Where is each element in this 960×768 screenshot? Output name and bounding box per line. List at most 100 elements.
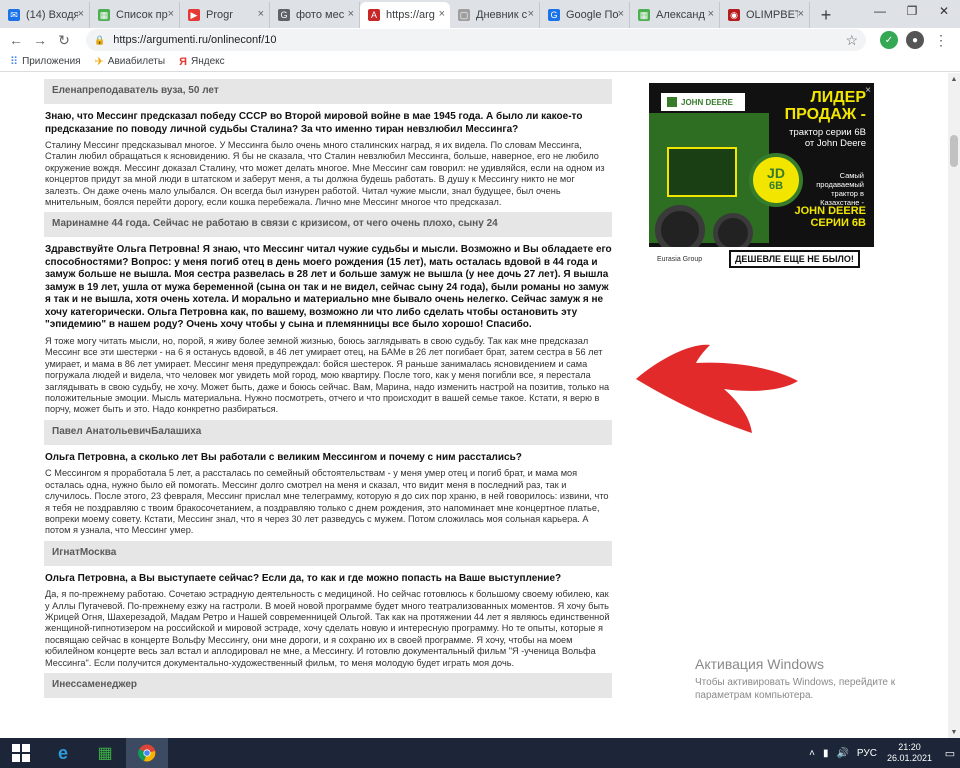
browser-tab[interactable]: ▦ Список пр × (90, 2, 180, 28)
yandex-icon: Я (179, 55, 187, 68)
new-tab-button[interactable]: + (814, 2, 838, 28)
author-header: Павел АнатольевичБалашиха (44, 419, 612, 445)
ie-taskbar-icon[interactable]: e (42, 738, 84, 768)
tab-close-icon[interactable]: × (439, 8, 445, 20)
tab-title: Progr (206, 9, 233, 21)
ad-small-text: Самый продаваемый трактор в Казахстане - (816, 171, 864, 207)
url-text: https://argumenti.ru/onlineconf/10 (113, 34, 277, 46)
extension-icon[interactable]: ✓ (880, 31, 898, 49)
tab-title: фото мес (296, 9, 345, 21)
browser-toolbar: ← → ↻ 🔒 https://argumenti.ru/onlineconf/… (0, 28, 960, 52)
author-header: Инессаменеджер (44, 673, 612, 699)
browser-tab[interactable]: Gфото мес × (270, 2, 360, 28)
browser-tab[interactable]: Ahttps://arg × (360, 2, 450, 28)
windows-taskbar: e ▦ ˄ ▮ 🔊 РУС 21:20 26.01.2021 ▭ (0, 738, 960, 768)
tray-chevron-icon[interactable]: ˄ (809, 748, 815, 759)
activation-title: Активация Windows (695, 656, 825, 672)
bookmark-label: Авиабилеты (107, 56, 166, 67)
maximize-button[interactable]: ❐ (896, 0, 928, 22)
network-icon[interactable]: ▮ (823, 748, 829, 759)
start-button[interactable] (0, 738, 42, 768)
youtube-icon: ▶ (188, 9, 200, 21)
clock-date: 26.01.2021 (886, 753, 932, 763)
answer-text: Сталину Мессинг предсказывал многое. У М… (45, 140, 605, 208)
olimp-icon: ◉ (728, 9, 740, 21)
language-indicator[interactable]: РУС (857, 748, 877, 759)
close-window-button[interactable]: ✕ (928, 0, 960, 22)
window-controls: — ❐ ✕ (864, 0, 960, 24)
bookmark-flights[interactable]: ✈ Авиабилеты (95, 55, 166, 68)
ad-close-icon[interactable]: × (865, 85, 871, 96)
answer-text: С Мессингом я проработала 5 лет, а расст… (45, 468, 609, 536)
bookmark-label: Яндекс (190, 56, 225, 67)
bookmark-apps[interactable]: ⠿ Приложения (10, 55, 81, 68)
site-icon: A (368, 9, 380, 21)
tab-close-icon[interactable]: × (258, 8, 264, 20)
store-taskbar-icon[interactable]: ▦ (84, 738, 126, 768)
tab-close-icon[interactable]: × (618, 8, 624, 20)
activation-line: параметрам компьютера. (695, 690, 814, 701)
red-arrow-annotation (636, 344, 798, 433)
chrome-taskbar-icon[interactable] (126, 738, 168, 768)
activation-line: Чтобы активировать Windows, перейдите к (695, 677, 896, 688)
browser-tab[interactable]: ▦ Александ × (630, 2, 720, 28)
google-icon: G (278, 9, 290, 21)
notifications-icon[interactable]: ▭ (940, 738, 960, 768)
scroll-thumb[interactable] (950, 135, 958, 167)
ad-banner[interactable]: JOHN DEERE × ЛИДЕР ПРОДАЖ - трактор сери… (649, 83, 874, 271)
conference-content: Еленапреподаватель вуза, 50 лет Знаю, чт… (44, 79, 612, 705)
tab-close-icon[interactable]: × (528, 8, 534, 20)
windows-logo-icon (12, 744, 30, 762)
bookmark-label: Приложения (22, 56, 81, 67)
chrome-icon (138, 744, 156, 762)
mail-icon: ✉ (8, 9, 20, 21)
scroll-down-icon[interactable]: ▼ (948, 726, 960, 738)
apps-icon: ⠿ (10, 56, 19, 68)
bookmark-star-icon[interactable]: ☆ (845, 32, 858, 49)
author-header: Маринамне 44 года. Сейчас не работаю в с… (44, 212, 612, 238)
answer-text: Я тоже могу читать мысли, но, порой, я ж… (45, 335, 610, 415)
menu-icon[interactable]: ⋮ (934, 32, 948, 49)
browser-tab[interactable]: ▶ Progr × (180, 2, 270, 28)
ad-series-line: СЕРИИ 6В (810, 217, 866, 229)
scroll-up-icon[interactable]: ▲ (948, 73, 960, 85)
tab-title: Александ (656, 9, 705, 21)
page-scrollbar[interactable]: ▲ ▼ (948, 73, 960, 738)
sponsor-label: Eurasia Group (657, 255, 703, 263)
ad-brand: JOHN DEERE (681, 97, 734, 107)
clock[interactable]: 21:20 26.01.2021 (887, 742, 932, 764)
address-bar[interactable]: 🔒 https://argumenti.ru/onlineconf/10 ☆ (86, 29, 866, 51)
lock-icon: 🔒 (94, 34, 106, 45)
browser-tab[interactable]: ✉ (14) Входя × (0, 2, 90, 28)
tab-title: Google По (566, 9, 618, 21)
badge-text: 6B (768, 180, 784, 192)
tab-close-icon[interactable]: × (708, 8, 714, 20)
tab-title: Дневник с (476, 9, 528, 21)
tab-close-icon[interactable]: × (348, 8, 354, 20)
bookmark-yandex[interactable]: Я Яндекс (179, 56, 225, 68)
sheet-icon: ▦ (98, 9, 110, 21)
bookmarks-bar: ⠿ Приложения ✈ Авиабилеты Я Яндекс (0, 52, 960, 72)
browser-tab[interactable]: ▢ Дневник с × (450, 2, 540, 28)
tab-close-icon[interactable]: × (78, 8, 84, 20)
page-viewport: Еленапреподаватель вуза, 50 лет Знаю, чт… (0, 73, 948, 738)
plane-icon: ✈ (94, 56, 104, 68)
google-icon: G (548, 9, 560, 21)
tab-close-icon[interactable]: × (798, 8, 804, 20)
tab-title: OLIMPBET (746, 9, 798, 21)
profile-avatar[interactable]: ● (906, 31, 924, 49)
browser-tab[interactable]: G Google По × (540, 2, 630, 28)
answer-text: Да, я по-прежнему работаю. Сочетаю эстра… (45, 589, 610, 668)
back-button[interactable]: ← (4, 28, 28, 52)
author-header: ИгнатМосква (44, 540, 612, 566)
browser-tab[interactable]: ◉ OLIMPBET × (720, 2, 810, 28)
system-tray: ˄ ▮ 🔊 РУС 21:20 26.01.2021 ▭ (805, 738, 960, 768)
ad-subhead: трактор серии 6B от John Deere (789, 127, 866, 149)
reload-button[interactable]: ↻ (52, 28, 76, 52)
forward-button[interactable]: → (28, 28, 52, 52)
tab-strip: ✉ (14) Входя × ▦ Список пр × ▶ Progr × Gфото мес ×… (0, 0, 960, 28)
tab-close-icon[interactable]: × (168, 8, 174, 20)
volume-icon[interactable]: 🔊 (836, 748, 848, 759)
minimize-button[interactable]: — (864, 0, 896, 22)
tab-title: https://arg (386, 9, 435, 21)
